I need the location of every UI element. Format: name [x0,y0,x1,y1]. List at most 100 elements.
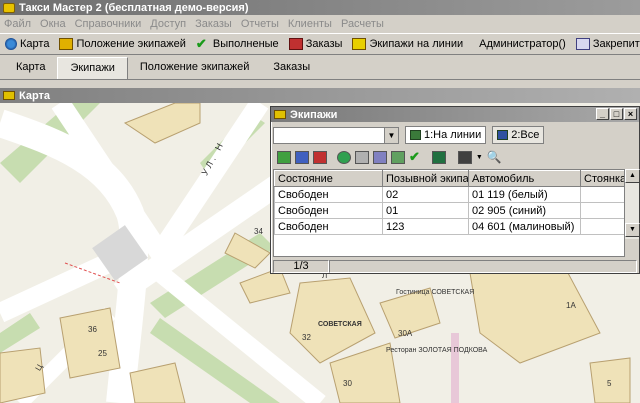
app-title: Такси Мастер 2 (бесплатная демо-версия) [19,1,249,14]
tab-online[interactable]: 1:На линии [405,126,487,144]
table-row[interactable]: Свободен 02 01 119 (белый) [274,186,624,203]
menu-references[interactable]: Справочники [71,18,147,30]
chevron-down-icon[interactable]: ▼ [384,127,398,143]
cell-parking [580,218,624,235]
pin-button[interactable]: Закрепить [571,34,640,54]
building-label-30: 30 [343,379,352,388]
tab-orders[interactable]: Заказы [261,57,322,79]
building-label-30a: 30А [398,329,413,338]
orders-label: Заказы [305,38,343,50]
cell-parking [580,186,624,203]
menu-file[interactable]: Файл [0,18,36,30]
menu-orders[interactable]: Заказы [191,18,237,30]
window-controls: _ □ × [596,108,637,120]
menu-access[interactable]: Доступ [146,18,191,30]
crew-position-label: Положение экипажей [76,38,186,50]
cell-car: 04 601 (малиновый) [468,218,581,235]
sovetskaya-label: СОВЕТСКАЯ [318,321,362,328]
pin-icon [575,38,590,50]
pin-label: Закрепить [592,38,640,50]
tab-crew-position[interactable]: Положение экипажей [128,57,261,79]
cell-car: 02 905 (синий) [468,202,581,219]
properties-icon[interactable] [391,150,405,164]
tab-crews[interactable]: Экипажи [57,57,128,79]
cell-callsign: 123 [382,218,469,235]
crews-table: Состояние Позывной экипа... Автомобиль С… [273,169,625,257]
maximize-button[interactable]: □ [610,108,623,120]
crews-window-icon [274,110,286,119]
cell-callsign: 01 [382,202,469,219]
excel-icon[interactable] [431,150,446,164]
crews-filter-row: ▼ 1:На линии 2:Все [273,125,545,145]
minimize-button[interactable]: _ [596,108,609,120]
scroll-up-icon[interactable]: ▲ [625,169,640,183]
column-header-car[interactable]: Автомобиль [468,170,581,187]
completed-button[interactable]: ✔ Выполненые [191,34,284,54]
tab-online-label: 1:На линии [424,129,482,141]
filter-combobox[interactable]: ▼ [273,126,399,144]
column-header-callsign[interactable]: Позывной экипа... [382,170,469,187]
building-label-25: 25 [98,349,107,358]
globe-icon [5,38,17,50]
crews-online-button[interactable]: Экипажи на линии [347,34,468,54]
map-window-label: Карта [19,89,51,102]
checkmark-icon: ✔ [195,36,207,51]
table-vertical-scrollbar[interactable]: ▲ ▼ [624,169,640,239]
restaurant-label: Ресторан ЗОЛОТАЯ ПОДКОВА [386,347,488,354]
tools-icon[interactable] [373,150,387,164]
columns-dropdown-icon[interactable]: ▼ [476,154,483,161]
all-tab-icon [497,130,509,140]
building-label-5: 5 [607,379,612,388]
page-counter: 1/3 [273,259,329,273]
map-window-title: Карта [0,88,640,103]
confirm-check-icon[interactable]: ✔ [409,149,420,165]
print-icon[interactable] [355,150,369,164]
map-button[interactable]: Карта [0,34,54,54]
tab-all-label: 2:Все [511,129,540,141]
scroll-track[interactable] [625,183,639,223]
document-tabs: Карта Экипажи Положение экипажей Заказы [0,56,640,80]
user-label: Администратор() [479,38,566,50]
table-row[interactable]: Свободен 123 04 601 (малиновый) [274,218,624,235]
column-header-parking[interactable]: Стоянка [580,170,624,187]
building-label-1a: 1А [566,301,576,310]
cell-state: Свободен [274,218,383,235]
menu-windows[interactable]: Окна [36,18,71,30]
crews-window: Экипажи _ □ × ▼ 1:На линии 2:Все ✔ ▼ 🔍 С… [270,106,640,274]
search-icon[interactable]: 🔍 [487,150,502,164]
close-button[interactable]: × [624,108,637,120]
hotel-label: Гостиница СОВЕТСКАЯ [396,289,475,296]
taxi-icon [352,38,367,50]
orders-button[interactable]: Заказы [284,34,348,54]
edit-icon[interactable] [295,150,309,164]
user-button[interactable]: Администратор() [474,34,571,54]
tab-map[interactable]: Карта [4,57,57,79]
menu-calculations[interactable]: Расчеты [337,18,389,30]
delete-icon[interactable] [313,150,327,164]
cell-state: Свободен [274,186,383,203]
table-row[interactable]: Свободен 01 02 905 (синий) [274,202,624,219]
column-header-state[interactable]: Состояние [274,170,383,187]
cell-parking [580,202,624,219]
crews-window-titlebar[interactable]: Экипажи _ □ × [271,107,639,122]
building-label-34: 34 [254,227,263,236]
tab-all[interactable]: 2:Все [492,126,545,144]
menu-reports[interactable]: Отчеты [237,18,284,30]
car-icon [59,38,74,50]
crews-statusbar: 1/3 [273,259,637,273]
crew-position-button[interactable]: Положение экипажей [54,34,190,54]
building-label-32: 32 [302,333,311,342]
add-icon[interactable] [277,150,291,164]
crews-window-title: Экипажи [290,108,338,121]
menu-clients[interactable]: Клиенты [284,18,337,30]
crews-online-label: Экипажи на линии [369,38,464,50]
cell-car: 01 119 (белый) [468,186,581,203]
scroll-down-icon[interactable]: ▼ [625,223,640,237]
app-titlebar: Такси Мастер 2 (бесплатная демо-версия) [0,0,640,15]
map-button-label: Карта [20,38,50,50]
refresh-icon[interactable] [337,150,351,164]
columns-icon[interactable] [457,150,472,164]
status-empty-cell [329,259,637,273]
map-window-icon [3,91,15,100]
orders-icon [288,38,303,50]
